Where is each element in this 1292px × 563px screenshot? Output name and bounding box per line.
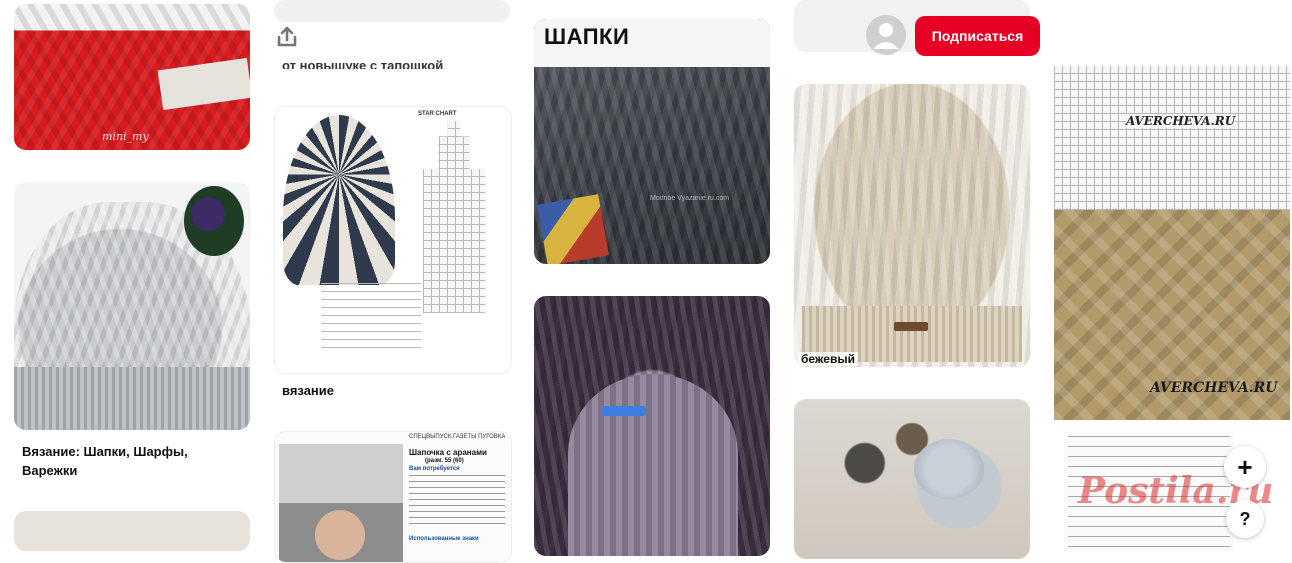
pinterest-board-page: { "header": { "subscribe_label": "Подпис… <box>0 0 1292 563</box>
pin-title-partial[interactable]: от новышуке с тапошкой <box>282 57 443 69</box>
needs-heading: Вам потребуется <box>409 466 460 472</box>
share-icon[interactable] <box>272 22 302 52</box>
brioche-hat-image <box>283 115 395 285</box>
hat-ribbing <box>14 367 250 430</box>
fur-pompom <box>914 439 984 499</box>
pin-purple-hat[interactable] <box>534 296 770 556</box>
magazine-header: СПЕЦВЫПУСК ГАЗЕТЫ ПУГОВКА <box>409 434 506 440</box>
hat-photo-face <box>315 510 365 560</box>
blue-tag <box>602 406 646 416</box>
violet-plant-image <box>184 186 244 256</box>
pin-watermark: Modnoe Vyazanie.ru.com <box>650 195 730 202</box>
plus-glyph: + <box>1237 452 1253 482</box>
book-title: Шапочка с аранами <box>409 448 487 457</box>
watermark-top: AVERCHEVA.RU <box>1126 114 1236 128</box>
pin-caption: бежевый <box>798 352 858 366</box>
pin-winter-scene[interactable] <box>794 399 1030 559</box>
cable-chart-grid <box>1054 66 1290 210</box>
pin-title[interactable]: Вязание: Шапки, Шарфы, Варежки <box>22 442 232 480</box>
overlay-title: ШАПКИ <box>544 24 630 49</box>
pin-dark-hats[interactable]: ШАПКИ Modnoe Vyazanie.ru.com <box>534 19 770 264</box>
subscribe-button[interactable]: Подписаться <box>915 16 1040 56</box>
watermark-bottom: AVERCHEVA.RU <box>1150 380 1278 396</box>
pin-beige-hat[interactable]: бежевый <box>794 84 1030 367</box>
pin-title[interactable]: вязание <box>282 381 334 400</box>
star-chart-image <box>423 121 485 313</box>
hat-shape <box>568 374 738 556</box>
pin-watermark: mini_my <box>102 130 149 143</box>
chart-title: STAR CHART <box>418 111 457 117</box>
question-icon[interactable]: ? <box>1226 500 1264 538</box>
book-text-lines <box>409 475 505 527</box>
chart-legend <box>321 283 421 355</box>
question-glyph: ? <box>1239 509 1251 529</box>
plus-icon[interactable]: + <box>1224 446 1266 488</box>
postcard-image <box>537 194 609 264</box>
avatar-icon[interactable] <box>866 15 906 55</box>
pin-red-cable-hat[interactable]: mini_my <box>14 4 250 150</box>
pin-image <box>794 399 1030 559</box>
book-size: (разм. 55 (60) <box>425 458 464 464</box>
pin-knitting-partial[interactable] <box>14 511 250 551</box>
chart-top-margin <box>1054 0 1290 40</box>
pin-top-partial[interactable] <box>274 0 510 22</box>
pin-magazine-hat[interactable]: СПЕЦВЫПУСК ГАЗЕТЫ ПУГОВКА Шапочка с аран… <box>274 431 512 563</box>
pin-grey-cable-hat[interactable] <box>14 182 250 430</box>
leather-tag <box>894 322 928 331</box>
pin-brioche-hat-chart[interactable]: STAR CHART <box>274 106 512 374</box>
instructions-heading: Использованные знаки <box>409 536 479 542</box>
